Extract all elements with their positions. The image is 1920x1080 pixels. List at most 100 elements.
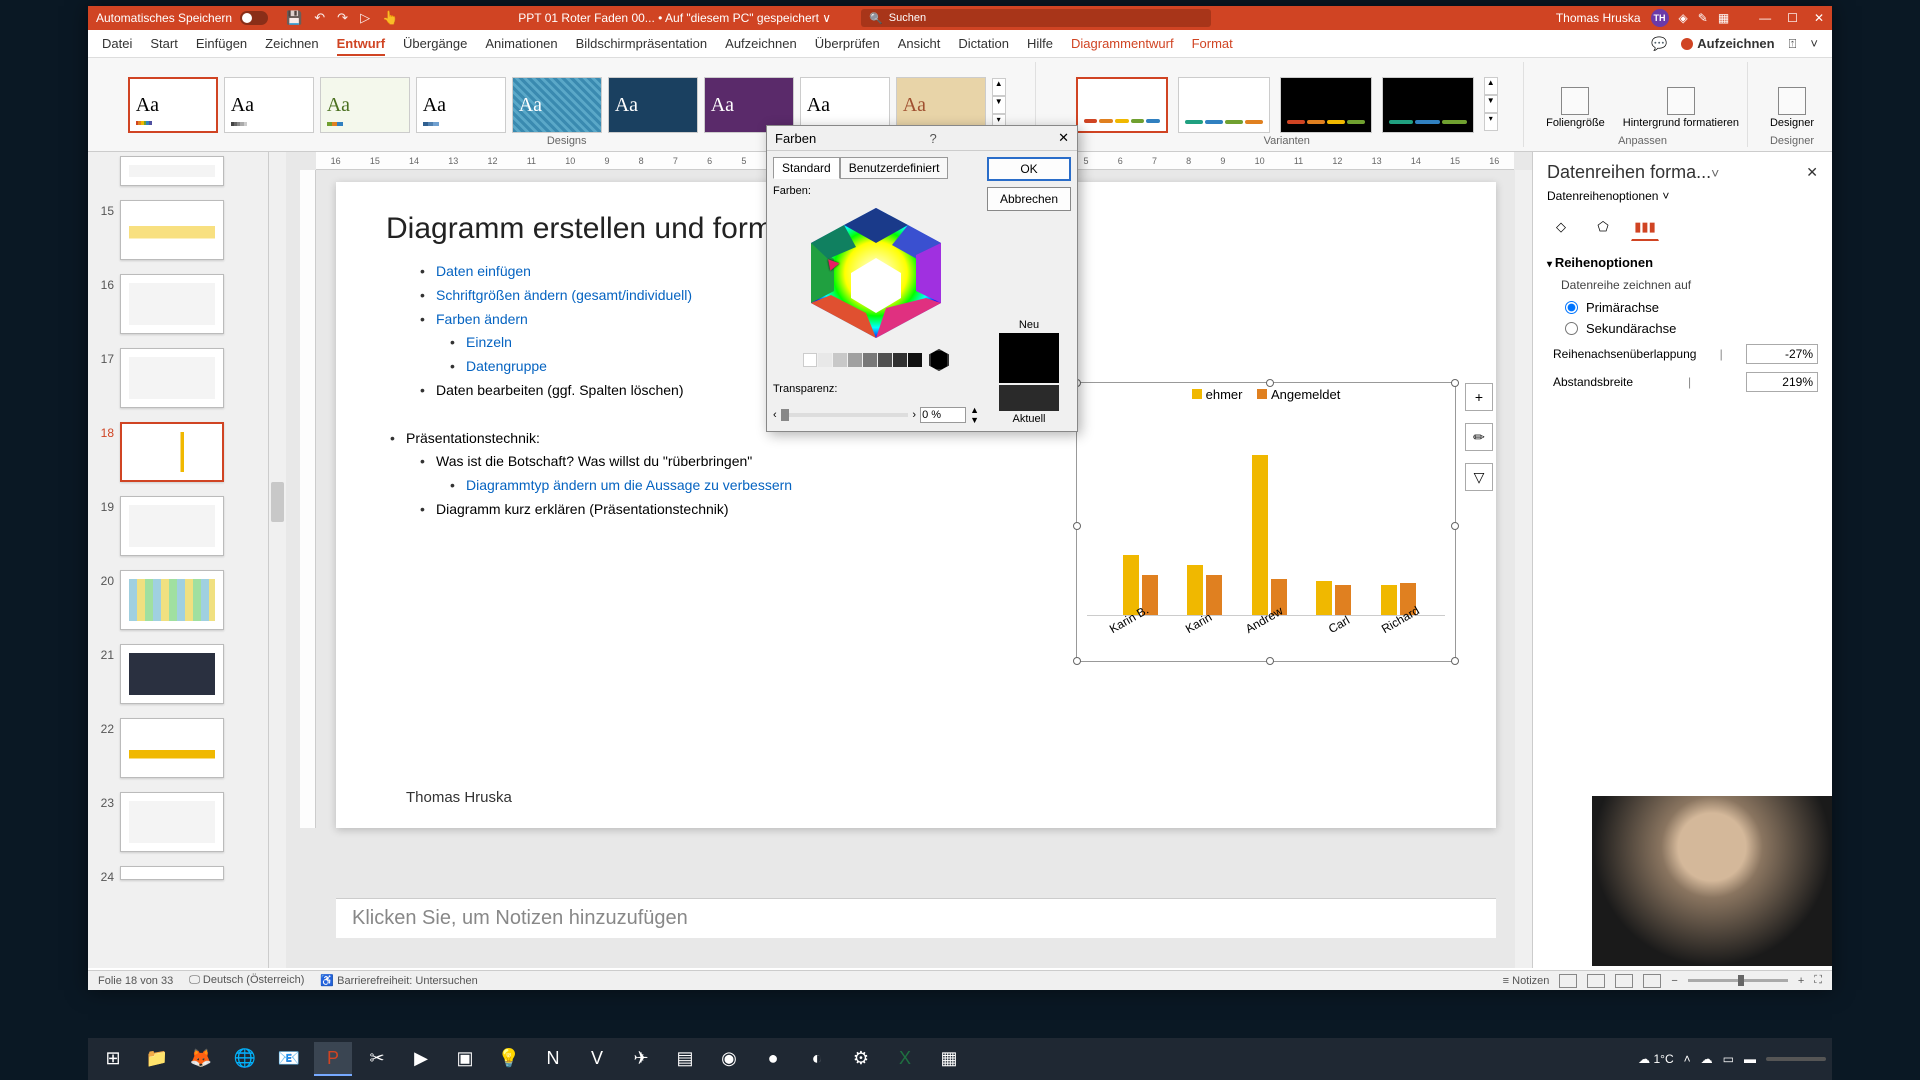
firefox-icon[interactable]: 🦊 [182, 1042, 220, 1076]
search-input[interactable]: 🔍 Suchen [861, 9, 1211, 27]
weather-widget[interactable]: ☁ 1°C [1638, 1052, 1673, 1066]
snipping-icon[interactable]: ✂ [358, 1042, 396, 1076]
share-icon[interactable]: ⍐ [1789, 36, 1797, 52]
chart-filter-button[interactable]: ▽ [1465, 463, 1493, 491]
undo-icon[interactable]: ↶ [314, 10, 325, 26]
theme-6[interactable]: Aa [608, 77, 698, 133]
document-name[interactable]: PPT 01 Roter Faden 00... • Auf "diesem P… [518, 11, 831, 25]
diamond-icon[interactable]: ◈ [1679, 11, 1688, 25]
view-normal[interactable] [1559, 974, 1577, 988]
vlc-icon[interactable]: ▶ [402, 1042, 440, 1076]
series-tab-icon[interactable]: ▮▮▮ [1631, 213, 1659, 241]
theme-4[interactable]: Aa [416, 77, 506, 133]
gap-input[interactable] [1746, 372, 1818, 392]
format-pane-sub[interactable]: Datenreihenoptionen˅ [1547, 189, 1818, 203]
app-icon-3[interactable]: V [578, 1042, 616, 1076]
view-sorter[interactable] [1587, 974, 1605, 988]
lang-indicator[interactable]: 🖵 Deutsch (Österreich) [189, 974, 304, 987]
variant-scroll[interactable]: ▲▼▾ [1484, 77, 1498, 133]
thumb-scrollbar[interactable] [268, 152, 286, 968]
color-hexagon[interactable] [796, 203, 956, 343]
theme-scroll[interactable]: ▲▼▾ [992, 78, 1006, 132]
app-icon-1[interactable]: ▣ [446, 1042, 484, 1076]
user-name[interactable]: Thomas Hruska [1556, 11, 1641, 25]
theme-2[interactable]: Aa [224, 77, 314, 133]
autosave-toggle[interactable] [240, 11, 268, 25]
record-button[interactable]: Aufzeichnen [1681, 36, 1774, 51]
slide-thumb-18[interactable] [120, 422, 224, 482]
collapse-ribbon-icon[interactable]: ˅ [1810, 36, 1818, 51]
app-icon-2[interactable]: 💡 [490, 1042, 528, 1076]
notes-pane[interactable]: Klicken Sie, um Notizen hinzuzufügen [336, 898, 1496, 938]
selected-black-hex[interactable] [929, 349, 949, 371]
obs-icon[interactable]: ◉ [710, 1042, 748, 1076]
powerpoint-icon[interactable]: P [314, 1042, 352, 1076]
tray-expand-icon[interactable]: ˄ [1684, 1052, 1691, 1066]
chart-add-element-button[interactable]: + [1465, 383, 1493, 411]
slide-thumb-16[interactable] [120, 274, 224, 334]
transparency-input[interactable] [920, 407, 966, 423]
overlap-input[interactable] [1746, 344, 1818, 364]
designer-button[interactable]: Designer [1766, 83, 1818, 133]
transp-right-icon[interactable]: › [912, 409, 916, 421]
slide-thumb-17[interactable] [120, 348, 224, 408]
editor-scrollbar[interactable] [1515, 170, 1532, 968]
tab-standard[interactable]: Standard [773, 157, 840, 179]
pen-icon[interactable]: ✎ [1698, 11, 1708, 25]
slide-thumb-24[interactable] [120, 866, 224, 880]
chart-object[interactable]: ehmer Angemeldet Karin B. Karin Andrew [1076, 382, 1456, 662]
app-icon-5[interactable]: ● [754, 1042, 792, 1076]
slide-thumb-22[interactable] [120, 718, 224, 778]
ok-button[interactable]: OK [987, 157, 1071, 181]
slide-footer[interactable]: Thomas Hruska [406, 789, 512, 806]
variant-4[interactable] [1382, 77, 1474, 133]
transparency-slider[interactable] [781, 413, 909, 417]
minimize-button[interactable]: — [1759, 11, 1771, 25]
save-icon[interactable]: 💾 [286, 10, 302, 26]
tab-review[interactable]: Überprüfen [815, 36, 880, 51]
calendar-icon[interactable]: ▦ [1718, 11, 1729, 25]
excel-icon[interactable]: X [886, 1042, 924, 1076]
network-icon[interactable]: ▬ [1744, 1052, 1756, 1066]
slide-counter[interactable]: Folie 18 von 33 [98, 975, 173, 987]
start-icon[interactable]: ▷ [360, 10, 370, 26]
accessibility-check[interactable]: ♿ Barrierefreiheit: Untersuchen [320, 974, 477, 987]
tab-slideshow[interactable]: Bildschirmpräsentation [576, 36, 708, 51]
start-menu[interactable]: ⊞ [94, 1042, 132, 1076]
maximize-button[interactable]: ☐ [1787, 11, 1798, 25]
grayscale-row[interactable] [773, 349, 979, 371]
series-options-section[interactable]: Reihenoptionen [1547, 255, 1818, 270]
cancel-button[interactable]: Abbrechen [987, 187, 1071, 211]
avatar[interactable]: TH [1651, 9, 1669, 27]
primary-axis-radio[interactable]: Primärachse [1565, 300, 1818, 315]
tab-dictation[interactable]: Dictation [958, 36, 1009, 51]
slide-thumb[interactable] [120, 156, 224, 186]
slide-thumb-21[interactable] [120, 644, 224, 704]
onedrive-icon[interactable]: ☁ [1701, 1052, 1713, 1066]
slide-thumb-15[interactable] [120, 200, 224, 260]
app-icon-7[interactable]: ▦ [930, 1042, 968, 1076]
settings-icon[interactable]: ⚙ [842, 1042, 880, 1076]
secondary-axis-radio[interactable]: Sekundärachse [1565, 321, 1818, 336]
app-icon-4[interactable]: ▤ [666, 1042, 704, 1076]
formatbg-button[interactable]: Hintergrund formatieren [1619, 83, 1743, 133]
view-slideshow[interactable] [1643, 974, 1661, 988]
variant-3[interactable] [1280, 77, 1372, 133]
tab-start[interactable]: Start [150, 36, 177, 51]
tab-file[interactable]: Datei [102, 36, 132, 51]
spin-down[interactable]: ▼ [970, 415, 979, 425]
tab-custom[interactable]: Benutzerdefiniert [840, 157, 949, 179]
tab-view[interactable]: Ansicht [898, 36, 941, 51]
comments-icon[interactable]: 💬 [1651, 36, 1667, 52]
slide-thumb-20[interactable] [120, 570, 224, 630]
pane-collapse-icon[interactable]: ˅ [1711, 165, 1719, 181]
chart-style-button[interactable]: ✏ [1465, 423, 1493, 451]
tab-draw[interactable]: Zeichnen [265, 36, 318, 51]
outlook-icon[interactable]: 📧 [270, 1042, 308, 1076]
effects-tab-icon[interactable]: ⬠ [1589, 213, 1617, 241]
dialog-close-icon[interactable]: ✕ [1058, 130, 1069, 146]
file-explorer-icon[interactable]: 📁 [138, 1042, 176, 1076]
fill-tab-icon[interactable]: ◇ [1547, 213, 1575, 241]
slide-thumb-19[interactable] [120, 496, 224, 556]
slide-thumb-23[interactable] [120, 792, 224, 852]
